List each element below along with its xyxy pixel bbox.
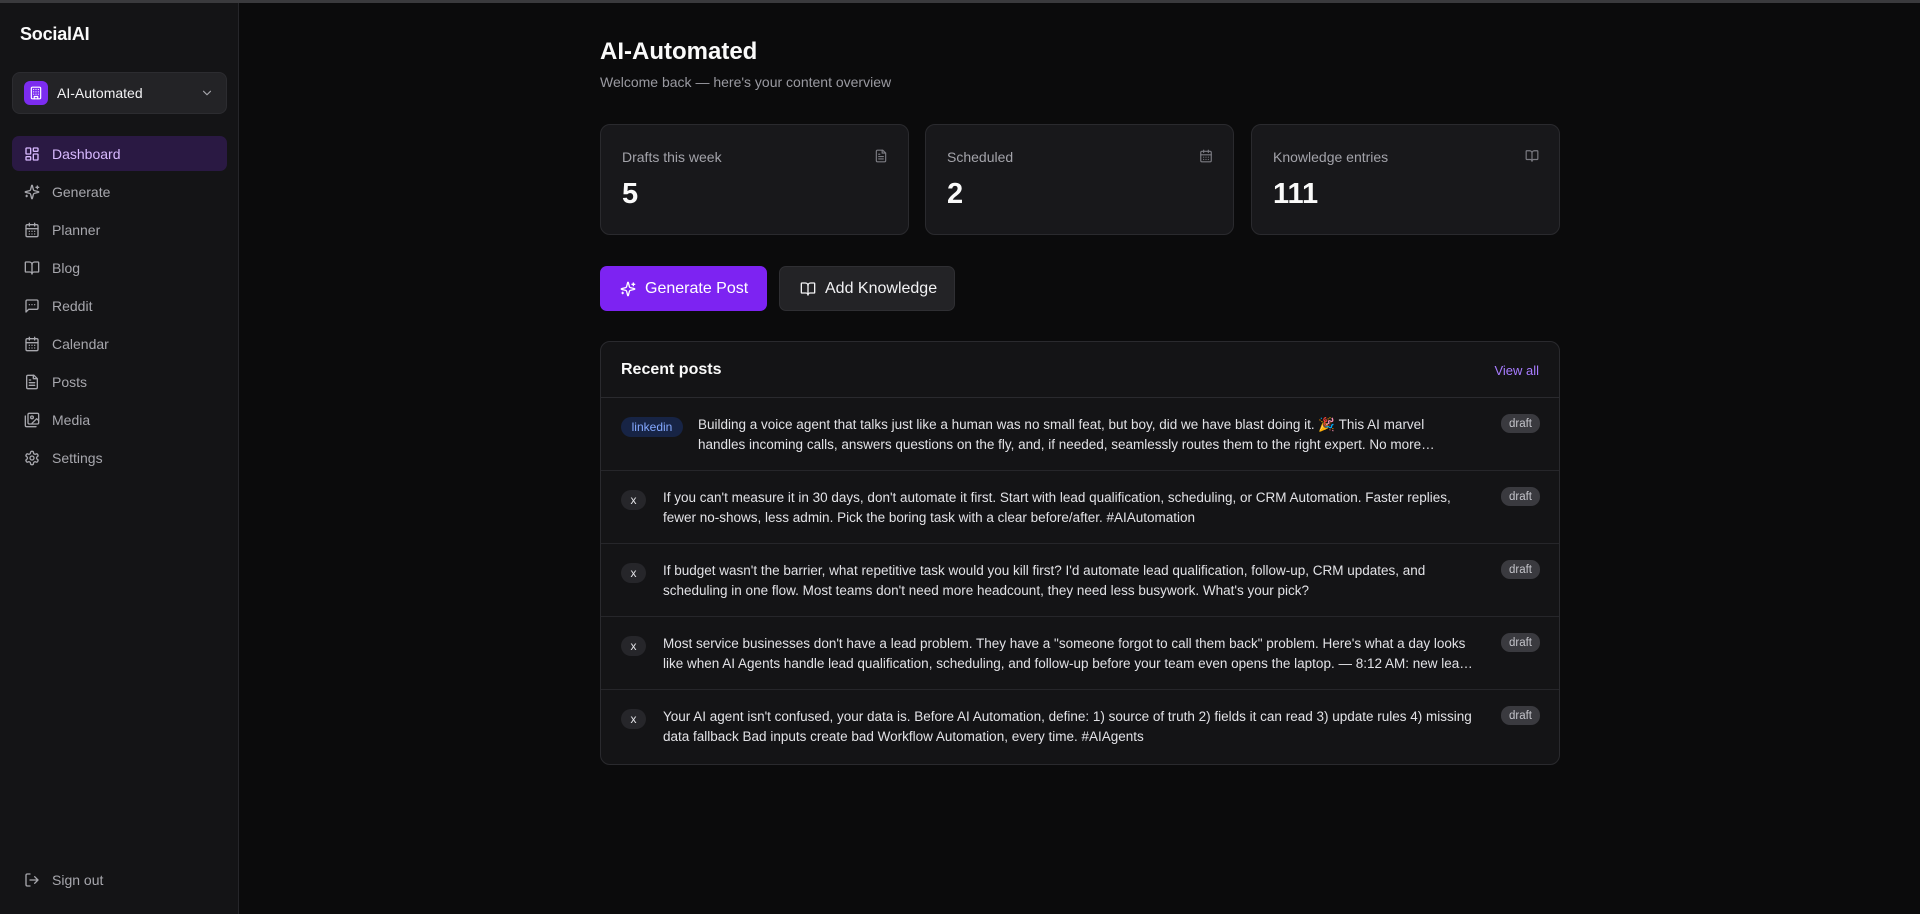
- page-title: AI-Automated: [600, 38, 758, 65]
- sidebar-nav: Dashboard Generate Planner Blog Reddit C…: [12, 136, 227, 478]
- sidebar-item-dashboard[interactable]: Dashboard: [12, 136, 227, 171]
- post-row[interactable]: x If you can't measure it in 30 days, do…: [601, 471, 1559, 544]
- sidebar-item-label: Generate: [52, 183, 111, 200]
- sidebar-item-reddit[interactable]: Reddit: [12, 288, 227, 323]
- stat-value: 2: [947, 178, 964, 210]
- sidebar-item-label: Reddit: [52, 297, 93, 314]
- stat-card-drafts: Drafts this week 5: [600, 124, 909, 235]
- sparkles-icon: [620, 281, 636, 296]
- sidebar-item-label: Media: [52, 411, 91, 428]
- status-badge: draft: [1500, 633, 1540, 652]
- status-badge: draft: [1500, 487, 1540, 506]
- post-text: If budget wasn't the barrier, what repet…: [663, 563, 1426, 598]
- workspace-selector[interactable]: AI-Automated: [12, 72, 227, 114]
- building-icon: [24, 81, 48, 105]
- platform-badge: x: [621, 636, 646, 656]
- sidebar-item-label: Blog: [52, 259, 81, 276]
- stat-label: Knowledge entries: [1273, 149, 1389, 165]
- post-text: If you can't measure it in 30 days, don'…: [663, 490, 1451, 525]
- platform-badge: x: [621, 709, 646, 729]
- dashboard-icon: [25, 146, 39, 161]
- status-badge: draft: [1500, 560, 1540, 579]
- sidebar-item-media[interactable]: Media: [12, 402, 227, 437]
- add-knowledge-button[interactable]: Add Knowledge: [779, 266, 955, 311]
- workspace-name: AI-Automated: [57, 85, 143, 101]
- sign-out-button[interactable]: Sign out: [12, 862, 227, 897]
- images-icon: [24, 412, 40, 427]
- book-icon: [1525, 149, 1539, 168]
- sidebar-item-generate[interactable]: Generate: [12, 174, 227, 209]
- status-badge: draft: [1500, 706, 1540, 725]
- platform-badge: x: [621, 490, 646, 510]
- platform-badge: x: [621, 563, 646, 583]
- stat-label: Scheduled: [947, 149, 1014, 165]
- message-icon: [25, 298, 39, 313]
- post-row[interactable]: x Your AI agent isn't confused, your dat…: [601, 690, 1559, 763]
- sidebar-item-blog[interactable]: Blog: [12, 250, 227, 285]
- sparkles-icon: [24, 184, 40, 199]
- sidebar-item-label: Dashboard: [52, 145, 121, 162]
- sidebar-item-calendar[interactable]: Calendar: [12, 326, 227, 361]
- post-row[interactable]: x If budget wasn't the barrier, what rep…: [601, 544, 1559, 617]
- stat-label: Drafts this week: [622, 149, 722, 165]
- post-text: Most service businesses don't have a lea…: [663, 636, 1467, 671]
- recent-posts-title: Recent posts: [621, 361, 722, 378]
- top-border: [0, 0, 1920, 3]
- book-icon: [800, 281, 816, 296]
- sidebar-item-label: Posts: [52, 373, 88, 390]
- recent-posts-panel: Recent posts View all linkedin Building …: [600, 341, 1560, 765]
- brand-logo-text: SocialAI: [20, 24, 90, 44]
- post-row[interactable]: linkedin Building a voice agent that tal…: [601, 398, 1559, 471]
- sign-out-label: Sign out: [52, 871, 104, 888]
- calendar-icon: [25, 222, 39, 237]
- stat-card-scheduled: Scheduled 2: [925, 124, 1234, 235]
- generate-post-label: Generate Post: [645, 279, 749, 297]
- stat-card-knowledge: Knowledge entries 111: [1251, 124, 1560, 235]
- calendar-icon: [25, 336, 39, 351]
- post-text: Your AI agent isn't confused, your data …: [663, 709, 1472, 744]
- stat-value: 5: [622, 178, 639, 210]
- post-text: Building a voice agent that talks just l…: [698, 417, 1425, 452]
- platform-badge: linkedin: [621, 417, 683, 437]
- page-subtitle: Welcome back — here's your content overv…: [600, 74, 892, 90]
- stat-value: 111: [1273, 178, 1319, 210]
- sign-out-container: Sign out: [12, 862, 227, 900]
- file-icon: [874, 149, 888, 168]
- log-out-icon: [25, 872, 39, 887]
- sidebar-item-posts[interactable]: Posts: [12, 364, 227, 399]
- calendar-icon: [1199, 149, 1213, 168]
- generate-post-button[interactable]: Generate Post: [600, 266, 767, 311]
- sidebar-item-label: Calendar: [52, 335, 109, 352]
- gear-icon: [25, 450, 39, 465]
- book-icon: [24, 260, 40, 275]
- add-knowledge-label: Add Knowledge: [825, 279, 938, 297]
- sidebar-item-planner[interactable]: Planner: [12, 212, 227, 247]
- status-badge: draft: [1500, 414, 1540, 433]
- file-icon: [26, 374, 38, 389]
- sidebar-item-settings[interactable]: Settings: [12, 440, 227, 475]
- sidebar-item-label: Settings: [52, 449, 103, 466]
- chevron-down-icon: [200, 86, 214, 100]
- recent-posts-header: Recent posts View all: [601, 342, 1559, 398]
- view-all-link[interactable]: View all: [1494, 363, 1539, 378]
- sidebar-item-label: Planner: [52, 221, 101, 238]
- post-row[interactable]: x Most service businesses don't have a l…: [601, 617, 1559, 690]
- sidebar: SocialAI AI-Automated Dashboard Generate…: [0, 3, 239, 914]
